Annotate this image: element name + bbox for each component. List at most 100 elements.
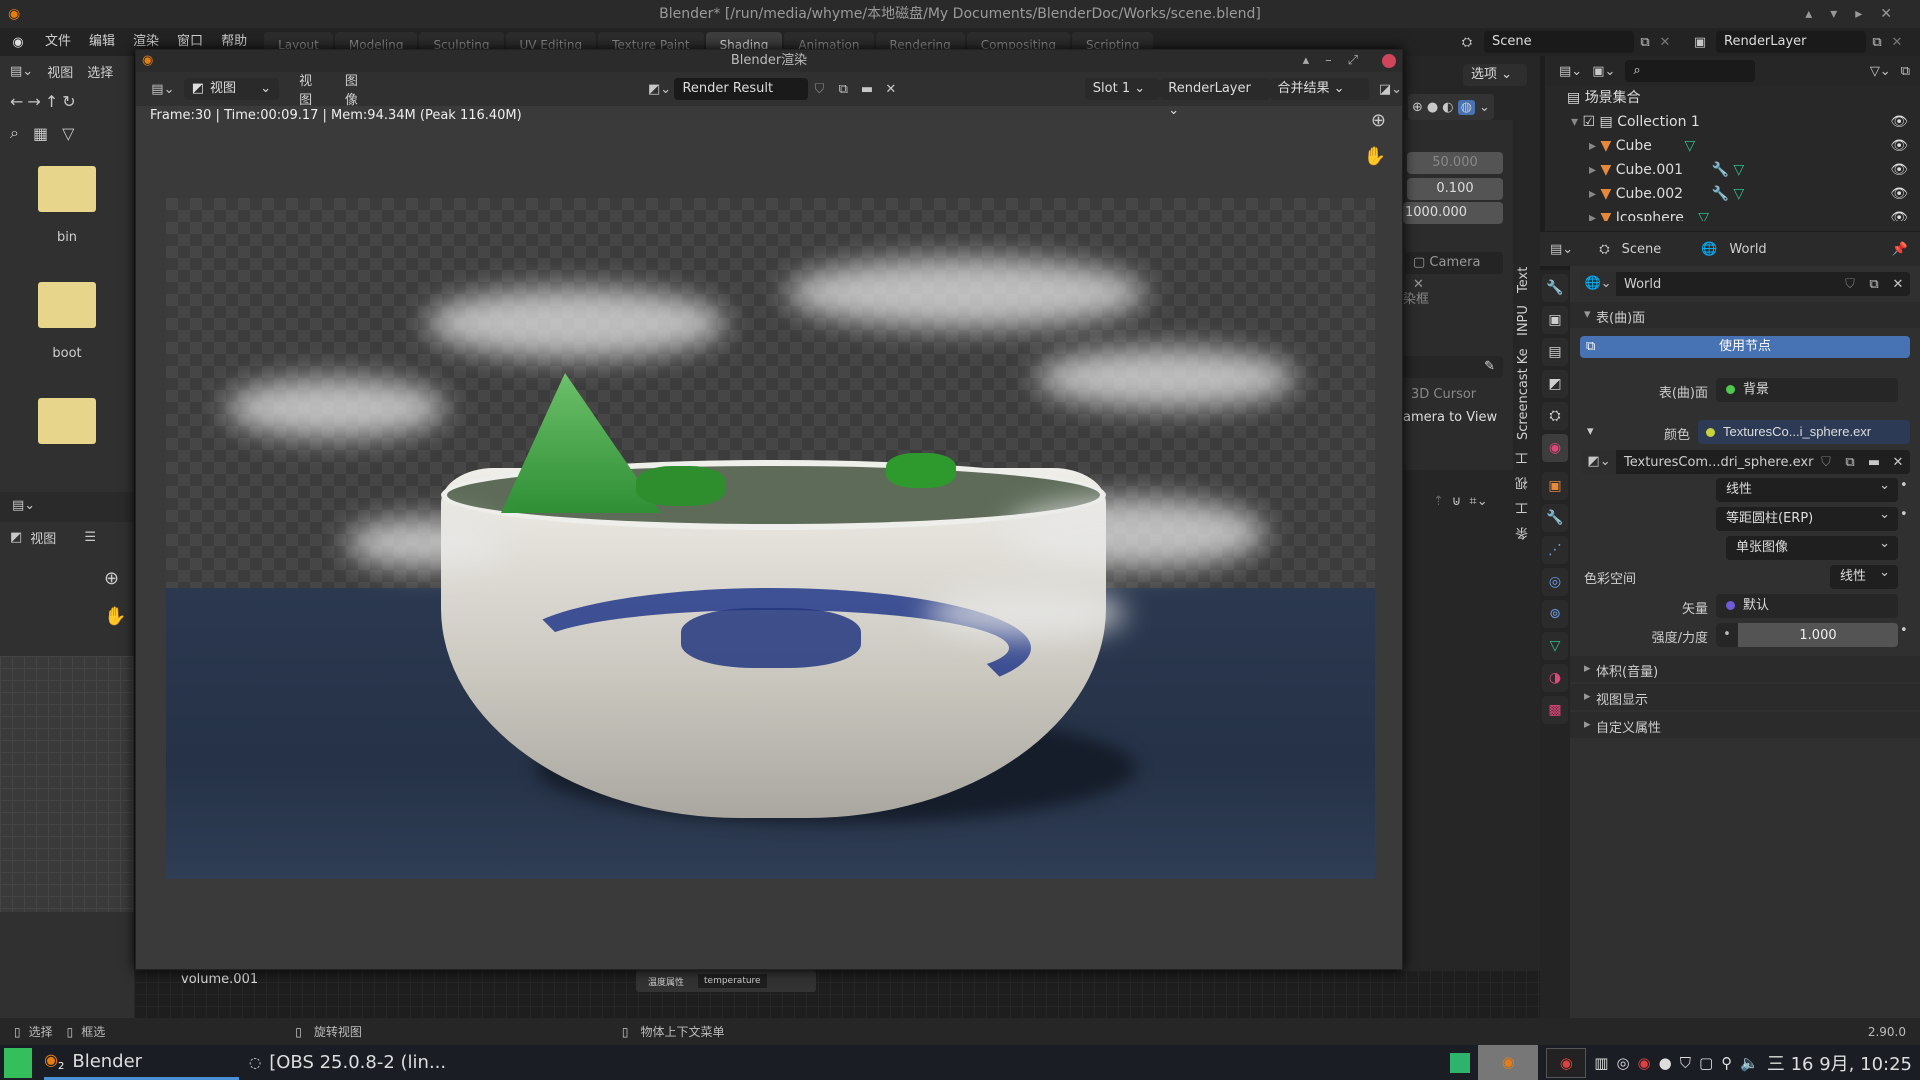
material-shading-icon[interactable]: ◐ (1442, 100, 1453, 115)
editor-type-icon[interactable]: ▤⌄ (1559, 64, 1582, 79)
close-icon[interactable]: ✕ (1888, 35, 1906, 50)
pin-icon[interactable]: 📌 (1892, 242, 1908, 257)
display-icon[interactable]: ▢ (1699, 1054, 1713, 1072)
clip-start-field[interactable]: 0.100 (1407, 178, 1503, 200)
clip-end-field[interactable]: 1000.000 (1403, 202, 1503, 224)
copy-icon[interactable]: ⧉ (1862, 277, 1886, 292)
tool-tab-icon[interactable]: 🔧 (1542, 274, 1568, 302)
folder-item[interactable] (0, 398, 134, 458)
projection-dropdown[interactable]: 等距圆柱(ERP) (1716, 503, 1898, 531)
battery-icon[interactable]: ▥ (1594, 1054, 1608, 1072)
volume-icon[interactable]: 🔈 (1740, 1054, 1759, 1072)
tray-app-icon[interactable] (1450, 1052, 1471, 1073)
output-tab-icon[interactable]: ▤ (1542, 338, 1568, 366)
transform-pivot-icon[interactable]: ⇡ (1433, 494, 1444, 509)
clip-icon[interactable]: ⚲ (1721, 1054, 1732, 1072)
tray-icon[interactable]: ● (1659, 1054, 1672, 1072)
outliner-item[interactable]: ▸ ▼ Cube ▽ 👁 (1545, 134, 1920, 158)
close-icon[interactable]: ✕ (879, 82, 903, 97)
outliner-item[interactable]: ▸ ▼ Cube.001 🔧 ▽ 👁 (1545, 158, 1920, 182)
folder-item[interactable]: bin (0, 166, 134, 282)
zoom-icon[interactable]: ⊕ (104, 568, 119, 589)
open-image-icon[interactable]: ▬ (855, 82, 879, 97)
zoom-icon[interactable]: ⊕ (1371, 110, 1386, 131)
back-icon[interactable]: ← (10, 92, 23, 111)
image-browse-icon[interactable]: ◩⌄ (1582, 450, 1616, 474)
outliner-root[interactable]: ▤ 场景集合 (1545, 86, 1920, 110)
filter-icon[interactable]: ▽⌄ (1870, 64, 1891, 79)
render-pass-dropdown[interactable]: 合并结果 ⌄ (1269, 78, 1369, 100)
hand-pan-icon[interactable]: ✋ (1364, 146, 1386, 167)
folder-item[interactable]: boot (0, 282, 134, 398)
open-folder-icon[interactable]: ▬ (1862, 455, 1886, 470)
render-result-image[interactable] (166, 198, 1375, 879)
new-collection-icon[interactable]: ⧉ (1901, 64, 1910, 79)
copy-icon[interactable]: ⧉ (1838, 455, 1862, 470)
eye-icon[interactable]: 👁 (1890, 158, 1908, 182)
eye-icon[interactable]: 👁 (1890, 206, 1908, 221)
window-controls[interactable]: ▴▾▸✕ (1805, 0, 1910, 28)
rendered-shading-icon[interactable]: ◍ (1457, 99, 1475, 115)
fake-user-icon[interactable]: ⛉ (1814, 455, 1838, 470)
copy-icon[interactable]: ⧉ (1634, 35, 1656, 50)
hand-pan-icon[interactable]: ✋ (104, 606, 126, 627)
fake-user-icon[interactable]: ⛉ (808, 82, 832, 97)
constraints-tab-icon[interactable]: ⊚ (1542, 600, 1568, 628)
sidebar-tab[interactable]: 视 (1513, 477, 1535, 490)
strength-slider[interactable]: • 1.000 (1716, 623, 1898, 647)
view-dropdown[interactable]: 视图 (30, 528, 56, 547)
display-mode-icon[interactable]: ▣⌄ (1592, 64, 1615, 79)
camera-to-view-checkbox[interactable]: amera to View (1403, 410, 1497, 425)
world-browse-icon[interactable]: 🌐⌄ (1580, 272, 1616, 296)
window-controls[interactable]: ▴–⤢ (1303, 50, 1374, 72)
world-name-field[interactable]: World (1616, 277, 1838, 292)
custom-properties-section-header[interactable]: ▸ 自定义属性 (1570, 712, 1920, 738)
image-name-field[interactable]: TexturesCom...dri_sphere.exr (1616, 455, 1814, 470)
parent-dir-icon[interactable]: ↑ (45, 92, 58, 111)
eyedropper-icon[interactable]: ✎ (1403, 356, 1503, 378)
blender-menu-icon[interactable]: ◉ (0, 35, 36, 50)
forward-icon[interactable]: → (27, 92, 40, 111)
fake-user-icon[interactable]: ⛉ (1838, 277, 1862, 292)
sidebar-tab[interactable]: Text (1513, 267, 1535, 293)
vector-input-field[interactable]: 默认 (1716, 594, 1898, 618)
close-icon[interactable]: ✕ (1886, 277, 1910, 292)
editor-type-icon[interactable]: ▤⌄ (12, 498, 35, 513)
surface-section-header[interactable]: ▾ 表(曲)面 (1570, 302, 1920, 328)
object-tab-icon[interactable]: ▣ (1542, 472, 1568, 500)
wireframe-shading-icon[interactable]: ⊕ (1412, 100, 1423, 115)
close-icon[interactable]: ✕ (1886, 455, 1910, 470)
menu-image[interactable]: 图像 (345, 70, 371, 108)
options-dropdown[interactable]: 选项 ⌄ (1463, 64, 1527, 86)
eye-icon[interactable]: 👁 (1890, 134, 1908, 158)
render-tab-icon[interactable]: ▣ (1542, 306, 1568, 334)
outliner-search-input[interactable]: ⌕ (1625, 60, 1756, 82)
chevron-down-icon[interactable]: ⌄ (1479, 100, 1490, 115)
eye-icon[interactable]: 👁 (1890, 110, 1908, 134)
material-tab-icon[interactable]: ◑ (1542, 664, 1568, 692)
image-name-field[interactable]: Render Result (674, 78, 808, 100)
surface-shader-field[interactable]: 背景 (1716, 378, 1898, 402)
menu-file[interactable]: 文件 (36, 28, 80, 56)
texture-tab-icon[interactable]: ▩ (1542, 696, 1568, 724)
viewport-display-section-header[interactable]: ▸ 视图显示 (1570, 684, 1920, 710)
source-dropdown[interactable]: 单张图像 (1726, 532, 1898, 560)
refresh-icon[interactable]: ↻ (62, 92, 75, 111)
search-icon[interactable]: ⌕ (10, 123, 19, 143)
menu-view[interactable]: 视图 (299, 70, 325, 108)
menu-select[interactable]: 选择 (87, 62, 113, 81)
close-window-button[interactable] (1382, 54, 1396, 68)
image-browse-icon[interactable]: ◩⌄ (645, 82, 675, 97)
clock[interactable]: 三 16 9月, 10:25 (1767, 1050, 1912, 1076)
new-image-icon[interactable]: ⧉ (831, 82, 855, 97)
local-camera-field[interactable]: ▢ Camera ✕ (1405, 252, 1503, 292)
menu-icon[interactable]: ☰ (84, 530, 96, 545)
menu-edit[interactable]: 编辑 (80, 28, 124, 56)
shield-icon[interactable]: ⛉ (1680, 1054, 1691, 1072)
node-value-field[interactable]: temperature (698, 974, 767, 988)
view-mode-dropdown[interactable]: ◩ 视图 ⌄ (183, 78, 280, 100)
scene-tab-icon[interactable]: ⛭ (1542, 402, 1568, 430)
copy-icon[interactable]: ⧉ (1866, 35, 1888, 50)
editor-type-icon[interactable]: ▤⌄ (1550, 242, 1573, 257)
start-menu-icon[interactable] (4, 1047, 32, 1078)
